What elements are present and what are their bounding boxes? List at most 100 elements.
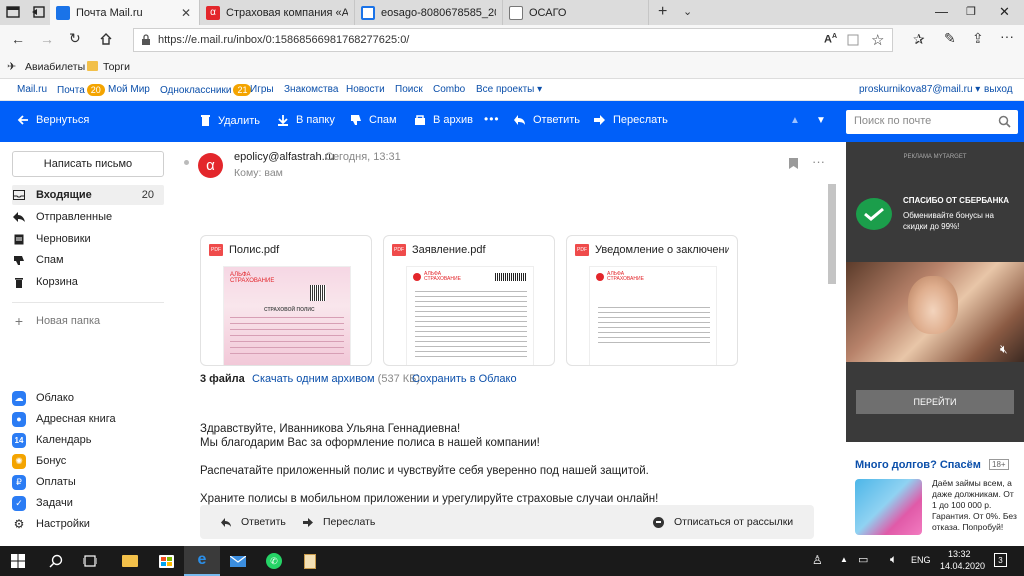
bookmark-torgi[interactable]: Торги — [103, 61, 130, 73]
portal-link-search[interactable]: Поиск — [395, 84, 423, 95]
portal-link-mailru[interactable]: Mail.ru — [17, 84, 47, 95]
tab-list-chevron-icon[interactable]: ⌄ — [683, 5, 692, 18]
tab-mail[interactable]: Почта Mail.ru ✕ — [50, 0, 200, 25]
mail-app-button[interactable] — [220, 546, 256, 576]
search-button[interactable] — [38, 546, 74, 576]
service-payments[interactable]: ₽ Оплаты — [12, 472, 164, 492]
promo-title[interactable]: Много долгов? Спасём — [855, 459, 981, 471]
promo-text[interactable]: Даём займы всем, а даже должникам. От 1 … — [932, 478, 1020, 533]
search-icon[interactable] — [998, 115, 1011, 128]
tab-osago[interactable]: ОСАГО — [503, 0, 649, 25]
notifications-icon[interactable]: 3 — [994, 553, 1007, 567]
clock-time[interactable]: 13:32 — [948, 549, 971, 559]
unread-dot-icon[interactable] — [184, 160, 189, 165]
bookmark-flag-icon[interactable] — [789, 158, 798, 169]
close-tab-icon[interactable]: ✕ — [181, 6, 191, 20]
tab-eosago[interactable]: eosago-8080678585_20190 — [355, 0, 503, 25]
ad-go-button[interactable]: ПЕРЕЙТИ — [856, 390, 1014, 414]
promo-image[interactable] — [855, 479, 922, 535]
reading-view-icon[interactable] — [847, 34, 859, 46]
restore-icon[interactable]: ❐ — [966, 5, 976, 18]
folder-trash[interactable]: Корзина — [12, 272, 164, 292]
new-tab-icon[interactable]: + — [658, 3, 667, 21]
scrollbar[interactable] — [826, 184, 838, 514]
share-icon[interactable]: ⇪ — [972, 30, 984, 47]
network-icon[interactable]: ▭ — [858, 553, 868, 566]
task-view-button[interactable] — [72, 546, 108, 576]
service-calendar[interactable]: 14 Календарь — [12, 430, 164, 450]
attachment-card[interactable]: PDF Полис.pdf АЛЬФА СТРАХОВАНИЕ СТРАХОВОЙ… — [200, 235, 372, 366]
portal-link-news[interactable]: Новости — [346, 84, 385, 95]
bookmark-aviatickets[interactable]: Авиабилеты — [25, 61, 85, 73]
portal-link-combo[interactable]: Combo — [433, 84, 465, 95]
folder-spam[interactable]: Спам — [12, 250, 164, 270]
portal-link-ok[interactable]: Одноклассники 21 — [160, 84, 252, 96]
favorite-star-icon[interactable]: ☆ — [871, 31, 884, 49]
new-folder-button[interactable]: + Новая папка — [12, 311, 164, 331]
logout-link[interactable]: выход — [984, 84, 1013, 95]
start-button[interactable] — [0, 546, 36, 576]
language-indicator[interactable]: ENG — [911, 555, 931, 565]
search-input[interactable]: Поиск по почте — [854, 115, 931, 127]
back-arrow-icon[interactable]: ← — [11, 31, 25, 47]
tab-alfastrah[interactable]: α Страховая компания «Аль — [200, 0, 355, 25]
forward-button[interactable]: Переслать — [593, 114, 668, 126]
edge-button[interactable]: e — [184, 546, 220, 576]
portal-link-dating[interactable]: Знакомства — [284, 84, 338, 95]
compose-button[interactable]: Написать письмо — [12, 151, 164, 177]
portal-link-myworld[interactable]: Мой Мир — [108, 84, 150, 95]
tab-actions-icon[interactable] — [6, 6, 20, 18]
window-close-icon[interactable]: ✕ — [999, 4, 1010, 20]
notes-button[interactable] — [292, 546, 328, 576]
unsubscribe-button[interactable]: Отписаться от рассылки — [653, 516, 793, 528]
next-message-icon[interactable]: ▼ — [816, 115, 826, 126]
folder-drafts[interactable]: Черновики — [12, 229, 164, 249]
service-addressbook[interactable]: ● Адресная книга — [12, 409, 164, 429]
volume-icon[interactable]: 🔈︎ — [890, 552, 897, 567]
whatsapp-button[interactable]: ✆ — [256, 546, 292, 576]
people-icon[interactable]: ♙ — [812, 553, 823, 567]
address-bar[interactable]: https://e.mail.ru/inbox/0:15868566981768… — [133, 28, 893, 52]
prev-message-icon[interactable]: ▲ — [790, 115, 800, 126]
service-tasks[interactable]: ✓ Задачи — [12, 493, 164, 513]
tab-back-icon[interactable] — [31, 6, 45, 18]
back-button[interactable]: Вернуться — [17, 114, 89, 126]
spam-button[interactable]: Спам — [350, 114, 397, 126]
mute-icon[interactable]: 🔇︎ — [1000, 342, 1008, 357]
reply-button[interactable]: Ответить — [513, 114, 580, 126]
download-archive-link[interactable]: Скачать одним архивом (537 КБ) — [252, 373, 420, 385]
message-more-icon[interactable]: ··· — [812, 154, 825, 169]
archive-button[interactable]: В архив — [414, 114, 473, 126]
scrollbar-thumb[interactable] — [828, 184, 836, 284]
save-to-cloud-link[interactable]: Сохранить в Облако — [412, 373, 517, 385]
read-aloud-icon[interactable]: AA — [824, 33, 837, 46]
bottom-reply-button[interactable]: Ответить — [220, 516, 286, 528]
mail-search[interactable]: Поиск по почте — [846, 110, 1018, 134]
clock-date[interactable]: 14.04.2020 — [940, 561, 985, 571]
lock-icon[interactable] — [141, 34, 151, 46]
portal-link-mail[interactable]: Почта 20 — [57, 84, 105, 96]
user-email[interactable]: proskurnikova87@mail.ru ▾ — [859, 84, 980, 95]
service-cloud[interactable]: ☁ Облако — [12, 388, 164, 408]
minimize-icon[interactable]: — — [935, 4, 948, 19]
favorites-icon[interactable]: ✰ — [913, 31, 925, 48]
move-to-folder-button[interactable]: В папку — [277, 114, 335, 126]
service-bonus[interactable]: ✺ Бонус — [12, 451, 164, 471]
tray-chevron-icon[interactable]: ▲ — [840, 555, 848, 564]
folder-sent[interactable]: Отправленные — [12, 207, 164, 227]
more-menu-icon[interactable]: ··· — [1000, 28, 1014, 44]
portal-link-allprojects[interactable]: Все проекты ▾ — [476, 84, 542, 95]
sender-address[interactable]: epolicy@alfastrah.ru — [234, 151, 334, 163]
home-icon[interactable] — [99, 32, 113, 46]
bottom-forward-button[interactable]: Переслать — [302, 516, 375, 528]
file-explorer-button[interactable] — [112, 546, 148, 576]
attachment-card[interactable]: PDF Заявление.pdf АЛЬФА СТРАХОВАНИЕ — [383, 235, 555, 366]
delete-button[interactable]: Удалить — [200, 114, 260, 127]
ad-banner[interactable]: РЕКЛАМА MYTARGET СПАСИБО ОТ СБЕРБАНКА Об… — [846, 142, 1024, 442]
more-actions-button[interactable]: ••• — [484, 112, 500, 126]
pen-icon[interactable]: ✎ — [944, 30, 956, 47]
store-button[interactable] — [148, 546, 184, 576]
portal-link-games[interactable]: Игры — [250, 84, 274, 95]
folder-inbox[interactable]: Входящие 20 — [12, 185, 164, 205]
attachment-card[interactable]: PDF Уведомление о заключени... АЛЬФА СТРА… — [566, 235, 738, 366]
